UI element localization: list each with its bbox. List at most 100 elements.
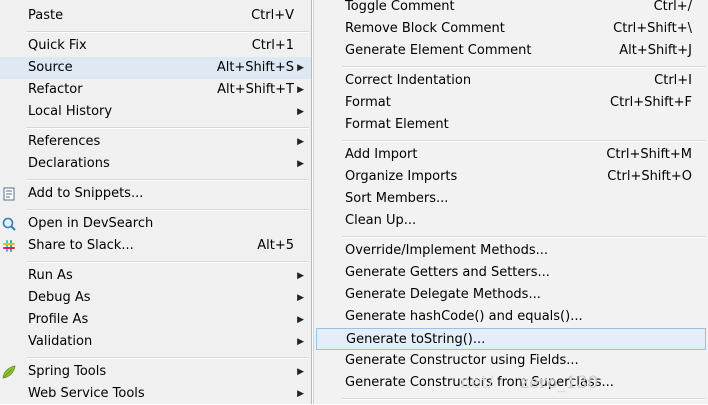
menu-item-label: Validation [28, 334, 93, 349]
menu-item-profile-as[interactable]: Profile As ▶ [0, 309, 311, 331]
watermark-text: zero_130 [520, 373, 599, 393]
menu-item-label: Declarations [28, 156, 110, 171]
menu-item-local-history[interactable]: Local History ▶ [0, 101, 311, 123]
menu-item-label: Debug As [28, 290, 91, 305]
shortcut-label: Alt+Shift+S [216, 60, 294, 75]
menu-item-label: Sort Members... [345, 191, 449, 206]
menu-item-label: Generate Getters and Setters... [345, 265, 550, 280]
menu-item-generate-getters-setters[interactable]: Generate Getters and Setters... [314, 262, 708, 284]
menu-item-clean-up[interactable]: Clean Up... [314, 210, 708, 232]
menu-separator [26, 127, 309, 129]
menu-separator [342, 140, 706, 142]
shortcut-label: Ctrl+V [251, 8, 294, 23]
shortcut-label: Alt+5 [257, 238, 294, 253]
shortcut-label: Ctrl+I [654, 73, 692, 88]
menu-item-generate-element-comment[interactable]: Generate Element Comment Alt+Shift+J [314, 40, 708, 62]
context-menu: Paste Ctrl+V Quick Fix Ctrl+1 Source Alt… [0, 0, 312, 404]
menu-item-validation[interactable]: Validation ▶ [0, 331, 311, 353]
shortcut-label: Ctrl+Shift+M [606, 147, 692, 162]
slack-icon [2, 239, 16, 253]
menu-item-format[interactable]: Format Ctrl+Shift+F [314, 92, 708, 114]
menu-item-label: Profile As [28, 312, 89, 327]
menu-item-label: Override/Implement Methods... [345, 243, 549, 258]
submenu-arrow-icon: ▶ [297, 315, 304, 325]
menu-separator [26, 179, 309, 181]
menu-item-label: Format Element [345, 117, 449, 132]
menu-item-add-to-snippets[interactable]: Add to Snippets... [0, 183, 311, 205]
menu-separator [26, 209, 309, 211]
menu-item-sort-members[interactable]: Sort Members... [314, 188, 708, 210]
menu-item-paste[interactable]: Paste Ctrl+V [0, 5, 311, 27]
submenu-arrow-icon: ▶ [297, 85, 304, 95]
menu-item-format-element[interactable]: Format Element [314, 114, 708, 136]
menu-item-label: Paste [28, 8, 64, 23]
menu-item-spring-tools[interactable]: Spring Tools ▶ [0, 361, 311, 383]
menu-item-refactor[interactable]: Refactor Alt+Shift+T ▶ [0, 79, 311, 101]
menu-item-label: Generate Element Comment [345, 43, 532, 58]
submenu-arrow-icon: ▶ [297, 107, 304, 117]
menu-item-generate-hashcode-equals[interactable]: Generate hashCode() and equals()... [314, 306, 708, 328]
shortcut-label: Ctrl+Shift+\ [613, 21, 692, 36]
menu-item-toggle-comment[interactable]: Toggle Comment Ctrl+/ [314, 0, 708, 18]
menu-item-generate-tostring[interactable]: Generate toString()... [316, 328, 706, 350]
submenu-arrow-icon: ▶ [297, 367, 304, 377]
menu-item-label: Generate hashCode() and equals()... [345, 309, 583, 324]
menu-item-open-in-devsearch[interactable]: Open in DevSearch [0, 213, 311, 235]
submenu-arrow-icon: ▶ [297, 337, 304, 347]
menu-separator [26, 261, 309, 263]
watermark-text: net/ [460, 373, 494, 393]
menu-item-run-as[interactable]: Run As ▶ [0, 265, 311, 287]
snippets-icon [2, 187, 16, 201]
menu-item-generate-constructor-fields[interactable]: Generate Constructor using Fields... [314, 350, 708, 372]
menu-item-declarations[interactable]: Declarations ▶ [0, 153, 311, 175]
menu-item-share-to-slack[interactable]: Share to Slack... Alt+5 [0, 235, 311, 257]
menu-item-correct-indentation[interactable]: Correct Indentation Ctrl+I [314, 70, 708, 92]
devsearch-icon [2, 217, 16, 231]
submenu-arrow-icon: ▶ [297, 271, 304, 281]
menu-separator [342, 398, 706, 400]
menu-item-remove-block-comment[interactable]: Remove Block Comment Ctrl+Shift+\ [314, 18, 708, 40]
menu-item-source[interactable]: Source Alt+Shift+S ▶ [0, 57, 311, 79]
menu-item-label: Generate Delegate Methods... [345, 287, 541, 302]
menu-item-label: Remove Block Comment [345, 21, 505, 36]
submenu-arrow-icon: ▶ [297, 293, 304, 303]
source-submenu: Toggle Comment Ctrl+/ Remove Block Comme… [313, 0, 708, 404]
menu-item-label: Run As [28, 268, 73, 283]
menu-item-label: Web Service Tools [28, 386, 145, 401]
menu-item-label: Refactor [28, 82, 83, 97]
menu-item-organize-imports[interactable]: Organize Imports Ctrl+Shift+O [314, 166, 708, 188]
menu-item-add-import[interactable]: Add Import Ctrl+Shift+M [314, 144, 708, 166]
menu-item-quick-fix[interactable]: Quick Fix Ctrl+1 [0, 35, 311, 57]
menu-item-web-service-tools[interactable]: Web Service Tools ▶ [0, 383, 311, 405]
menu-item-generate-constructors-superclass[interactable]: Generate Constructors from Superclass... [314, 372, 708, 394]
menu-item-label: Local History [28, 104, 113, 119]
menu-item-label: Quick Fix [28, 38, 87, 53]
shortcut-label: Ctrl+1 [251, 38, 294, 53]
menu-item-label: Toggle Comment [345, 0, 455, 14]
menu-item-references[interactable]: References ▶ [0, 131, 311, 153]
menu-item-label: Organize Imports [345, 169, 458, 184]
submenu-arrow-icon: ▶ [297, 137, 304, 147]
menu-item-label: Generate Constructor using Fields... [345, 353, 579, 368]
menu-separator [26, 31, 309, 33]
menu-item-label: References [28, 134, 101, 149]
submenu-arrow-icon: ▶ [297, 63, 304, 73]
menu-item-label: Source [28, 60, 73, 75]
menu-item-label: Share to Slack... [28, 238, 134, 253]
menu-item-label: Add to Snippets... [28, 186, 144, 201]
shortcut-label: Alt+Shift+J [619, 43, 692, 58]
menu-separator [342, 66, 706, 68]
menu-item-label: Correct Indentation [345, 73, 472, 88]
menu-item-generate-delegate-methods[interactable]: Generate Delegate Methods... [314, 284, 708, 306]
menu-item-label: Generate toString()... [346, 332, 486, 347]
menu-item-label: Clean Up... [345, 213, 417, 228]
menu-item-debug-as[interactable]: Debug As ▶ [0, 287, 311, 309]
shortcut-label: Alt+Shift+T [217, 82, 294, 97]
submenu-arrow-icon: ▶ [297, 159, 304, 169]
shortcut-label: Ctrl+/ [653, 0, 692, 14]
submenu-arrow-icon: ▶ [297, 389, 304, 399]
menu-item-label: Open in DevSearch [28, 216, 154, 231]
menu-item-override-implement-methods[interactable]: Override/Implement Methods... [314, 240, 708, 262]
menu-separator [26, 357, 309, 359]
shortcut-label: Ctrl+Shift+F [610, 95, 692, 110]
